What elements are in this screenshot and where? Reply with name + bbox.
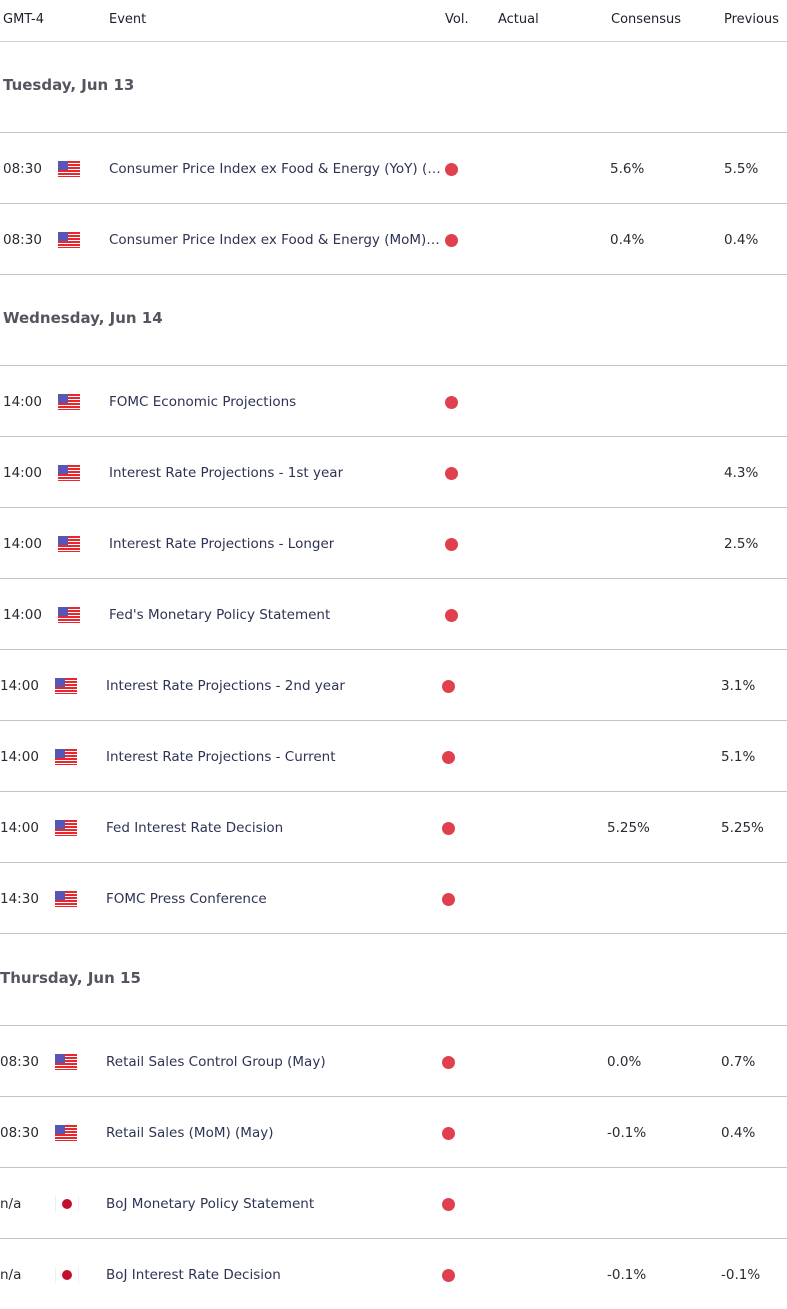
day-header: Tuesday, Jun 13 bbox=[0, 76, 787, 133]
high-volatility-icon bbox=[442, 893, 455, 906]
us-flag-icon bbox=[55, 1054, 77, 1070]
event-time: n/a bbox=[0, 1267, 22, 1283]
event-row[interactable]: 14:00 Fed Interest Rate Decision 5.25% 5… bbox=[0, 792, 787, 863]
previous-column-header: Previous bbox=[724, 12, 779, 27]
event-consensus: -0.1% bbox=[607, 1125, 647, 1141]
us-flag-icon bbox=[55, 749, 77, 765]
us-flag-icon bbox=[55, 678, 77, 694]
event-time: 08:30 bbox=[0, 1054, 39, 1070]
event-time: 14:00 bbox=[0, 749, 39, 765]
event-name[interactable]: Interest Rate Projections - 1st year bbox=[109, 465, 343, 481]
timezone-header[interactable]: GMT-4 bbox=[3, 12, 44, 27]
event-name[interactable]: BoJ Monetary Policy Statement bbox=[106, 1196, 314, 1212]
high-volatility-icon bbox=[442, 680, 455, 693]
event-row[interactable]: 14:30 FOMC Press Conference bbox=[0, 863, 787, 934]
event-previous: 0.4% bbox=[721, 1125, 756, 1141]
day-label: Wednesday, Jun 14 bbox=[3, 309, 163, 327]
event-column-header: Event bbox=[109, 12, 147, 27]
us-flag-icon bbox=[58, 536, 80, 552]
high-volatility-icon bbox=[442, 1056, 455, 1069]
event-time: 14:00 bbox=[0, 820, 39, 836]
high-volatility-icon bbox=[445, 538, 458, 551]
event-name[interactable]: Retail Sales Control Group (May) bbox=[106, 1054, 326, 1070]
event-time: 14:00 bbox=[3, 607, 42, 623]
event-previous: 5.25% bbox=[721, 820, 764, 836]
event-time: 14:30 bbox=[0, 891, 39, 907]
actual-column-header: Actual bbox=[498, 12, 539, 27]
event-name[interactable]: Interest Rate Projections - 2nd year bbox=[106, 678, 345, 694]
day-header: Thursday, Jun 15 bbox=[0, 935, 787, 1026]
high-volatility-icon bbox=[445, 163, 458, 176]
event-name[interactable]: FOMC Economic Projections bbox=[109, 394, 296, 410]
event-name[interactable]: Interest Rate Projections - Current bbox=[106, 749, 336, 765]
day-label: Thursday, Jun 15 bbox=[0, 969, 141, 987]
high-volatility-icon bbox=[445, 609, 458, 622]
high-volatility-icon bbox=[445, 234, 458, 247]
high-volatility-icon bbox=[445, 467, 458, 480]
event-name[interactable]: Retail Sales (MoM) (May) bbox=[106, 1125, 273, 1141]
event-name[interactable]: FOMC Press Conference bbox=[106, 891, 267, 907]
event-previous: 5.1% bbox=[721, 749, 756, 765]
event-name[interactable]: Consumer Price Index ex Food & Energy (M… bbox=[109, 232, 440, 248]
event-time: 08:30 bbox=[0, 1125, 39, 1141]
event-row[interactable]: 14:00 Interest Rate Projections - Curren… bbox=[0, 721, 787, 792]
event-row[interactable]: 14:00 Fed's Monetary Policy Statement bbox=[0, 579, 787, 650]
event-row[interactable]: 14:00 Interest Rate Projections - Longer… bbox=[0, 508, 787, 579]
event-row[interactable]: 14:00 Interest Rate Projections - 1st ye… bbox=[0, 437, 787, 508]
event-consensus: 0.0% bbox=[607, 1054, 642, 1070]
table-header: GMT-4 Event Vol. Actual Consensus Previo… bbox=[0, 0, 787, 42]
event-time: 08:30 bbox=[3, 161, 42, 177]
event-row[interactable]: 14:00 Interest Rate Projections - 2nd ye… bbox=[0, 650, 787, 721]
jp-flag-icon bbox=[55, 1267, 79, 1283]
event-row[interactable]: 08:30 Consumer Price Index ex Food & Ene… bbox=[0, 133, 787, 204]
event-time: 14:00 bbox=[0, 678, 39, 694]
event-consensus: 5.25% bbox=[607, 820, 650, 836]
event-row[interactable]: 08:30 Retail Sales (MoM) (May) -0.1% 0.4… bbox=[0, 1097, 787, 1168]
us-flag-icon bbox=[55, 820, 77, 836]
us-flag-icon bbox=[55, 1125, 77, 1141]
event-previous: 0.4% bbox=[724, 232, 759, 248]
event-previous: -0.1% bbox=[721, 1267, 761, 1283]
event-row[interactable]: n/a BoJ Interest Rate Decision -0.1% -0.… bbox=[0, 1239, 787, 1309]
event-consensus: -0.1% bbox=[607, 1267, 647, 1283]
us-flag-icon bbox=[58, 607, 80, 623]
event-time: 08:30 bbox=[3, 232, 42, 248]
event-time: 14:00 bbox=[3, 394, 42, 410]
high-volatility-icon bbox=[442, 1127, 455, 1140]
event-time: 14:00 bbox=[3, 536, 42, 552]
event-previous: 5.5% bbox=[724, 161, 759, 177]
high-volatility-icon bbox=[442, 822, 455, 835]
day-label: Tuesday, Jun 13 bbox=[3, 76, 135, 94]
event-row[interactable]: 14:00 FOMC Economic Projections bbox=[0, 366, 787, 437]
event-name[interactable]: Fed's Monetary Policy Statement bbox=[109, 607, 330, 623]
event-previous: 2.5% bbox=[724, 536, 759, 552]
event-row[interactable]: 08:30 Retail Sales Control Group (May) 0… bbox=[0, 1026, 787, 1097]
consensus-column-header: Consensus bbox=[611, 12, 682, 27]
event-consensus: 5.6% bbox=[610, 161, 645, 177]
us-flag-icon bbox=[58, 465, 80, 481]
event-previous: 4.3% bbox=[724, 465, 759, 481]
jp-flag-icon bbox=[55, 1196, 79, 1212]
event-name[interactable]: Consumer Price Index ex Food & Energy (Y… bbox=[109, 161, 441, 177]
event-previous: 0.7% bbox=[721, 1054, 756, 1070]
us-flag-icon bbox=[58, 232, 80, 248]
high-volatility-icon bbox=[442, 1269, 455, 1282]
us-flag-icon bbox=[58, 394, 80, 410]
event-time: 14:00 bbox=[3, 465, 42, 481]
event-time: n/a bbox=[0, 1196, 22, 1212]
event-name[interactable]: BoJ Interest Rate Decision bbox=[106, 1267, 281, 1283]
high-volatility-icon bbox=[442, 751, 455, 764]
event-previous: 3.1% bbox=[721, 678, 756, 694]
event-name[interactable]: Interest Rate Projections - Longer bbox=[109, 536, 334, 552]
high-volatility-icon bbox=[442, 1198, 455, 1211]
event-name[interactable]: Fed Interest Rate Decision bbox=[106, 820, 283, 836]
high-volatility-icon bbox=[445, 396, 458, 409]
event-row[interactable]: n/a BoJ Monetary Policy Statement bbox=[0, 1168, 787, 1239]
us-flag-icon bbox=[55, 891, 77, 907]
us-flag-icon bbox=[58, 161, 80, 177]
event-consensus: 0.4% bbox=[610, 232, 645, 248]
volatility-column-header: Vol. bbox=[445, 12, 469, 27]
day-header: Wednesday, Jun 14 bbox=[0, 275, 787, 366]
event-row[interactable]: 08:30 Consumer Price Index ex Food & Ene… bbox=[0, 204, 787, 275]
